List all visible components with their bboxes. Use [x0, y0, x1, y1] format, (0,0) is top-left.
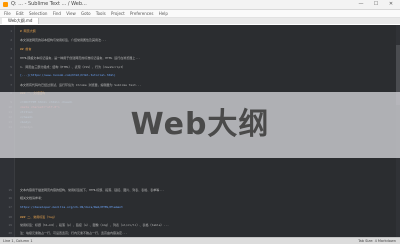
- line-number: 19: [8, 223, 12, 227]
- line-number: 7: [10, 83, 12, 87]
- code-line[interactable]: ## 前言: [20, 47, 394, 52]
- code-line[interactable]: 相关文档请参考：: [20, 196, 394, 201]
- code-line[interactable]: 文本内容用于描述网页内容的结构，常用标签如下，HTML标题、段落、链接、图片、列…: [20, 188, 394, 193]
- menu-edit[interactable]: Edit: [16, 11, 24, 16]
- menu-preferences[interactable]: Preferences: [130, 11, 154, 16]
- line-number: 16: [8, 196, 12, 200]
- menu-find[interactable]: Find: [53, 11, 61, 16]
- watermark-text: Web大纲: [130, 107, 270, 142]
- code-line[interactable]: [...](https://www.runoob.com/html/html-t…: [20, 73, 394, 78]
- line-number: 2: [10, 38, 12, 42]
- status-syntax[interactable]: Tab Size: 4 Markdown: [358, 238, 396, 244]
- menu-goto[interactable]: Goto: [81, 11, 91, 16]
- maximize-button[interactable]: ☐: [369, 0, 383, 9]
- code-line[interactable]: 本文所有代码均已经过测试，运行环境为 Chrome 浏览器，编辑器为 Subli…: [20, 83, 394, 88]
- menu-file[interactable]: File: [4, 11, 11, 16]
- code-line[interactable]: 本文讲述网页的基本结构与常用标签，介绍常用属性及其用法...: [20, 38, 394, 43]
- line-number: 6: [10, 73, 12, 77]
- line-number: 17: [8, 205, 12, 209]
- tab-file[interactable]: Web大纲.md: [2, 18, 40, 24]
- code-line[interactable]: https://developer.mozilla.org/zh-CN/docs…: [20, 205, 394, 210]
- line-number: 3: [10, 47, 12, 51]
- line-number: 15: [8, 188, 12, 192]
- code-line[interactable]: ### 二、常用标签（tag）: [20, 215, 394, 220]
- close-button[interactable]: ✕: [384, 0, 398, 9]
- code-line[interactable]: # 网页大纲: [20, 29, 394, 34]
- status-position: Line 1, Column 1: [3, 239, 33, 243]
- line-number: 20: [8, 231, 12, 235]
- title-bar: Q: ... - Sublime Text ... / Web... — ☐ ✕: [0, 0, 400, 10]
- minimize-button[interactable]: —: [354, 0, 368, 9]
- tab-bar: Web大纲.md: [0, 18, 400, 24]
- menu-help[interactable]: Help: [159, 11, 168, 16]
- menu-selection[interactable]: Selection: [29, 11, 47, 16]
- line-number: 4: [10, 56, 12, 60]
- code-line[interactable]: 常用标签：标题（h1~h6）、段落（p）、链接（a）、图像（img）、列表（ul…: [20, 223, 394, 228]
- line-number: 18: [8, 215, 12, 219]
- menu-bar: File Edit Selection Find View Goto Tools…: [0, 10, 400, 18]
- app-icon: [3, 2, 8, 7]
- menu-tools[interactable]: Tools: [96, 11, 106, 16]
- menu-project[interactable]: Project: [111, 11, 125, 16]
- window-title: Q: ... - Sublime Text ... / Web...: [11, 1, 87, 7]
- code-line[interactable]: 注：块级元素独占一行，可设置宽高；行内元素不独占一行，宽高由内容决定...: [20, 231, 394, 236]
- line-number: 5: [10, 65, 12, 69]
- code-line[interactable]: 1. 网页由三部分组成：结构（HTML）、表现（CSS）、行为（JavaScri…: [20, 65, 394, 70]
- line-number: 1: [10, 29, 12, 33]
- code-line[interactable]: HTML即超文本标记语言，是一种用于创建网页的标准标记语言，HTML 运行在浏览…: [20, 56, 394, 61]
- menu-view[interactable]: View: [66, 11, 76, 16]
